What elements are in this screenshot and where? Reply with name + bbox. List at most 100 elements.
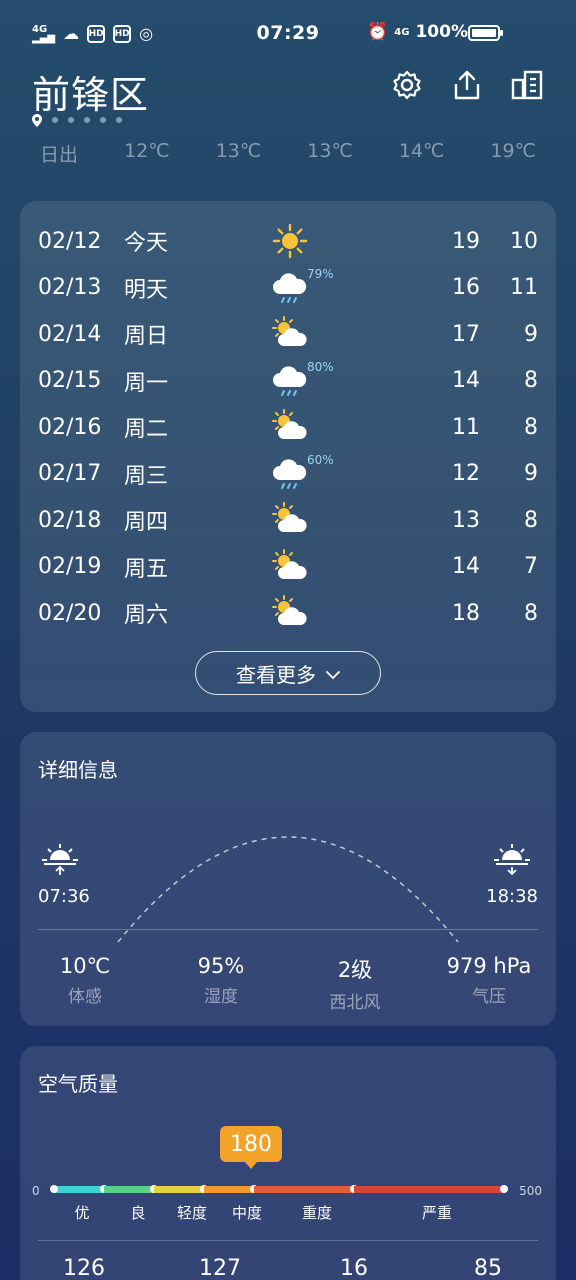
city-name[interactable]: 前锋区 — [32, 64, 149, 119]
forecast-high: 18 — [452, 600, 480, 626]
aqi-segment-中度 — [204, 1185, 258, 1193]
stat-value: 10℃ — [59, 954, 111, 978]
forecast-day: 周五 — [124, 556, 169, 582]
divider — [38, 929, 538, 930]
aqi-max-label: 500 — [519, 1184, 542, 1198]
forecast-date: 02/14 — [38, 321, 102, 347]
view-more-button[interactable]: 查看更多 — [195, 651, 381, 695]
forecast-day: 周六 — [124, 603, 169, 628]
aqi-segment-严重 — [354, 1185, 508, 1193]
air-quality-card[interactable]: 空气质量 180 0 500 优 良 轻度 中度 重度 严重 126 127 16 85 — [20, 1046, 556, 1280]
aqi-segment-轻度 — [154, 1185, 208, 1193]
forecast-date: 02/17 — [38, 461, 102, 486]
forecast-row[interactable]: 02/15 周一 80% 14 8 — [20, 358, 556, 404]
hourly-item: 13℃ — [307, 140, 353, 162]
sunset-icon — [492, 842, 532, 880]
precipitation-chance: 79% — [307, 266, 334, 281]
sun-arc — [117, 836, 459, 943]
hourly-item: 19℃ — [490, 140, 536, 162]
sunset-time: 18:38 — [486, 886, 538, 907]
aqi-level-label: 中度 — [231, 1204, 263, 1222]
partly-cloudy-icon — [270, 547, 310, 587]
forecast-date: 02/12 — [38, 228, 102, 254]
stat-label: 气压 — [472, 987, 506, 1007]
stat-label: 湿度 — [204, 987, 238, 1007]
rain-icon — [270, 361, 310, 401]
forecast-row[interactable]: 02/17 周三 60% 12 9 — [20, 451, 556, 497]
forecast-low: 9 — [524, 321, 538, 347]
status-right: ⏰ 4G 100% — [367, 22, 468, 42]
hourly-item: 14℃ — [398, 140, 445, 162]
forecast-day: 周一 — [124, 370, 169, 396]
share-icon[interactable] — [450, 68, 484, 102]
aqi-level-label: 优 — [74, 1204, 90, 1222]
forecast-row[interactable]: 02/20 周六 18 8 — [20, 590, 556, 636]
partly-cloudy-icon — [270, 407, 310, 447]
stat-value: 979 hPa — [446, 954, 532, 978]
sunrise-icon — [40, 842, 80, 880]
sunrise-time: 07:36 — [38, 886, 90, 907]
aqi-segment-优 — [50, 1185, 108, 1193]
stat-humidity: 95% 湿度 — [156, 954, 286, 1007]
aqi-min-label: 0 — [32, 1184, 40, 1198]
forecast-row[interactable]: 02/13 明天 79% 16 11 — [20, 265, 556, 311]
forecast-row[interactable]: 02/16 周二 11 8 — [20, 404, 556, 450]
location-pin-icon — [32, 114, 42, 127]
divider — [38, 1240, 538, 1241]
partly-cloudy-icon — [270, 500, 310, 540]
stat-label: 体感 — [68, 987, 102, 1007]
forecast-low: 9 — [524, 461, 538, 486]
pollutant-value: 85 — [474, 1256, 502, 1280]
aqi-value-badge: 180 — [220, 1126, 282, 1169]
forecast-low: 10 — [510, 228, 538, 254]
hourly-item: 12℃ — [124, 140, 170, 162]
forecast-low: 7 — [524, 554, 538, 579]
page-dot — [68, 117, 74, 123]
status-bar: 4G ▂▄▆ ☁ HD HD ◎ 07:29 ⏰ 4G 100% — [0, 0, 576, 68]
aqi-level-label: 重度 — [301, 1204, 333, 1222]
page-dot — [52, 117, 58, 123]
forecast-date: 02/13 — [38, 275, 102, 300]
forecast-day: 明天 — [124, 277, 169, 303]
forecast-high: 19 — [452, 228, 480, 254]
aqi-scale-bar — [50, 1185, 508, 1193]
page-dot — [116, 117, 122, 123]
forecast-date: 02/15 — [38, 368, 102, 393]
header-actions — [390, 68, 544, 102]
aqi-segment-良 — [104, 1185, 158, 1193]
page-dot — [84, 117, 90, 123]
precipitation-chance: 80% — [307, 359, 334, 374]
stat-value: 95% — [197, 954, 245, 978]
partly-cloudy-icon — [270, 593, 310, 633]
page-dot — [100, 117, 106, 123]
forecast-day: 周四 — [124, 510, 169, 535]
location-page-indicator[interactable] — [32, 114, 122, 127]
stat-feels-like: 10℃ 体感 — [20, 954, 150, 1007]
hourly-item: 13℃ — [215, 140, 262, 162]
forecast-day: 周三 — [124, 463, 169, 489]
forecast-low: 8 — [524, 368, 538, 393]
settings-icon[interactable] — [390, 68, 424, 102]
sunny-icon — [270, 221, 310, 261]
forecast-day: 周二 — [124, 417, 169, 442]
forecast-row[interactable]: 02/18 周四 13 8 — [20, 497, 556, 543]
forecast-row[interactable]: 02/12 今天 19 10 — [20, 218, 556, 264]
alarm-icon: ⏰ — [367, 22, 389, 42]
aqi-level-label: 严重 — [421, 1204, 453, 1222]
pollutant-value: 126 — [63, 1256, 105, 1280]
forecast-date: 02/16 — [38, 414, 102, 440]
forecast-date: 02/19 — [38, 554, 102, 579]
aqi-level-label: 良 — [130, 1204, 146, 1222]
forecast-card: 02/12 今天 19 10 02/13 明天 79% 16 11 02/14 周日 17 9 02/15… — [20, 201, 556, 712]
forecast-high: 14 — [452, 554, 480, 579]
forecast-row[interactable]: 02/14 周日 17 9 — [20, 311, 556, 357]
forecast-date: 02/20 — [38, 600, 102, 626]
stat-wind: 2级 西北风 — [290, 954, 420, 1013]
forecast-low: 8 — [524, 600, 538, 626]
forecast-high: 14 — [452, 368, 480, 393]
pollutant-value: 127 — [199, 1256, 241, 1280]
forecast-row[interactable]: 02/19 周五 14 7 — [20, 544, 556, 590]
city-list-icon[interactable] — [510, 68, 544, 102]
chevron-down-icon — [326, 661, 340, 685]
hourly-strip[interactable]: 日出 12℃ 13℃ 13℃ 14℃ 19℃ — [40, 140, 536, 167]
